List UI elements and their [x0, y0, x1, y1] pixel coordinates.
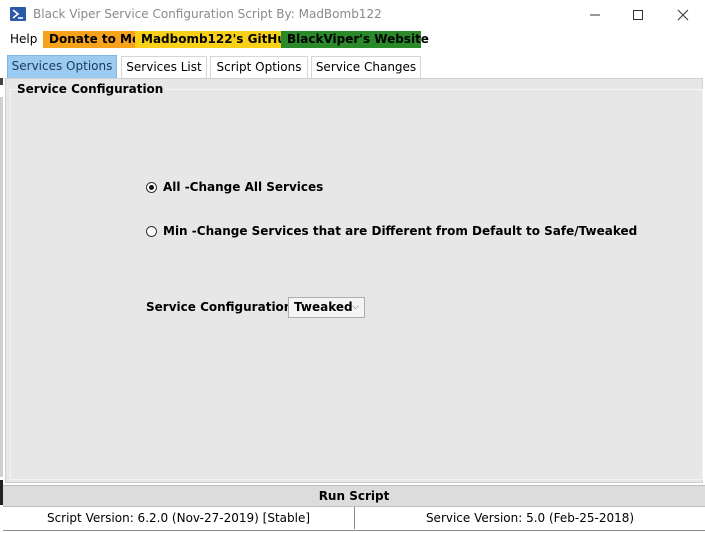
close-icon — [677, 9, 689, 21]
service-configuration-group — [10, 89, 703, 480]
maximize-button[interactable] — [615, 0, 661, 30]
radio-all-row[interactable]: All -Change All Services — [146, 179, 323, 195]
script-version: Script Version: 6.2.0 (Nov-27-2019) [Sta… — [3, 507, 355, 529]
tab-services-list[interactable]: Services List — [121, 56, 207, 78]
menu-bar: Help Donate to Me Madbomb122's GitHub Bl… — [0, 30, 705, 50]
run-script-button[interactable]: Run Script — [3, 485, 705, 507]
minimize-button[interactable] — [572, 0, 618, 30]
menu-help[interactable]: Help — [10, 31, 37, 48]
window-edge — [0, 97, 3, 477]
blackviper-website-button[interactable]: BlackViper's Website — [281, 31, 429, 48]
radio-all-label[interactable]: All -Change All Services — [163, 180, 323, 194]
window-edge — [0, 78, 3, 85]
radio-all[interactable] — [146, 181, 157, 193]
donate-button[interactable]: Donate to Me — [43, 31, 143, 48]
radio-min[interactable] — [146, 225, 157, 237]
dropdown-value: Tweaked — [294, 300, 353, 314]
title-bar: Black Viper Service Configuration Script… — [0, 0, 705, 30]
tab-services-options[interactable]: Services Options — [7, 55, 117, 78]
minimize-icon — [590, 14, 600, 16]
radio-min-label[interactable]: Min -Change Services that are Different … — [163, 224, 637, 238]
chevron-down-icon: ⌵ — [352, 302, 359, 312]
group-title: Service Configuration — [15, 82, 166, 96]
service-configurations-label: Service Configurations: — [146, 300, 305, 314]
tab-strip: Services Options Services List Script Op… — [0, 54, 705, 78]
maximize-icon — [633, 10, 643, 20]
tab-script-options[interactable]: Script Options — [210, 56, 308, 78]
service-version: Service Version: 5.0 (Feb-25-2018) — [425, 511, 635, 525]
github-button[interactable]: Madbomb122's GitHub — [135, 31, 294, 48]
service-configuration-dropdown[interactable]: Tweaked ⌵ — [288, 297, 365, 318]
powershell-icon — [10, 7, 26, 21]
radio-min-row[interactable]: Min -Change Services that are Different … — [146, 223, 637, 239]
status-bar: Script Version: 6.2.0 (Nov-27-2019) [Sta… — [3, 507, 705, 531]
close-button[interactable] — [660, 0, 705, 30]
tab-service-changes[interactable]: Service Changes — [311, 56, 421, 78]
window-title: Black Viper Service Configuration Script… — [33, 7, 382, 21]
